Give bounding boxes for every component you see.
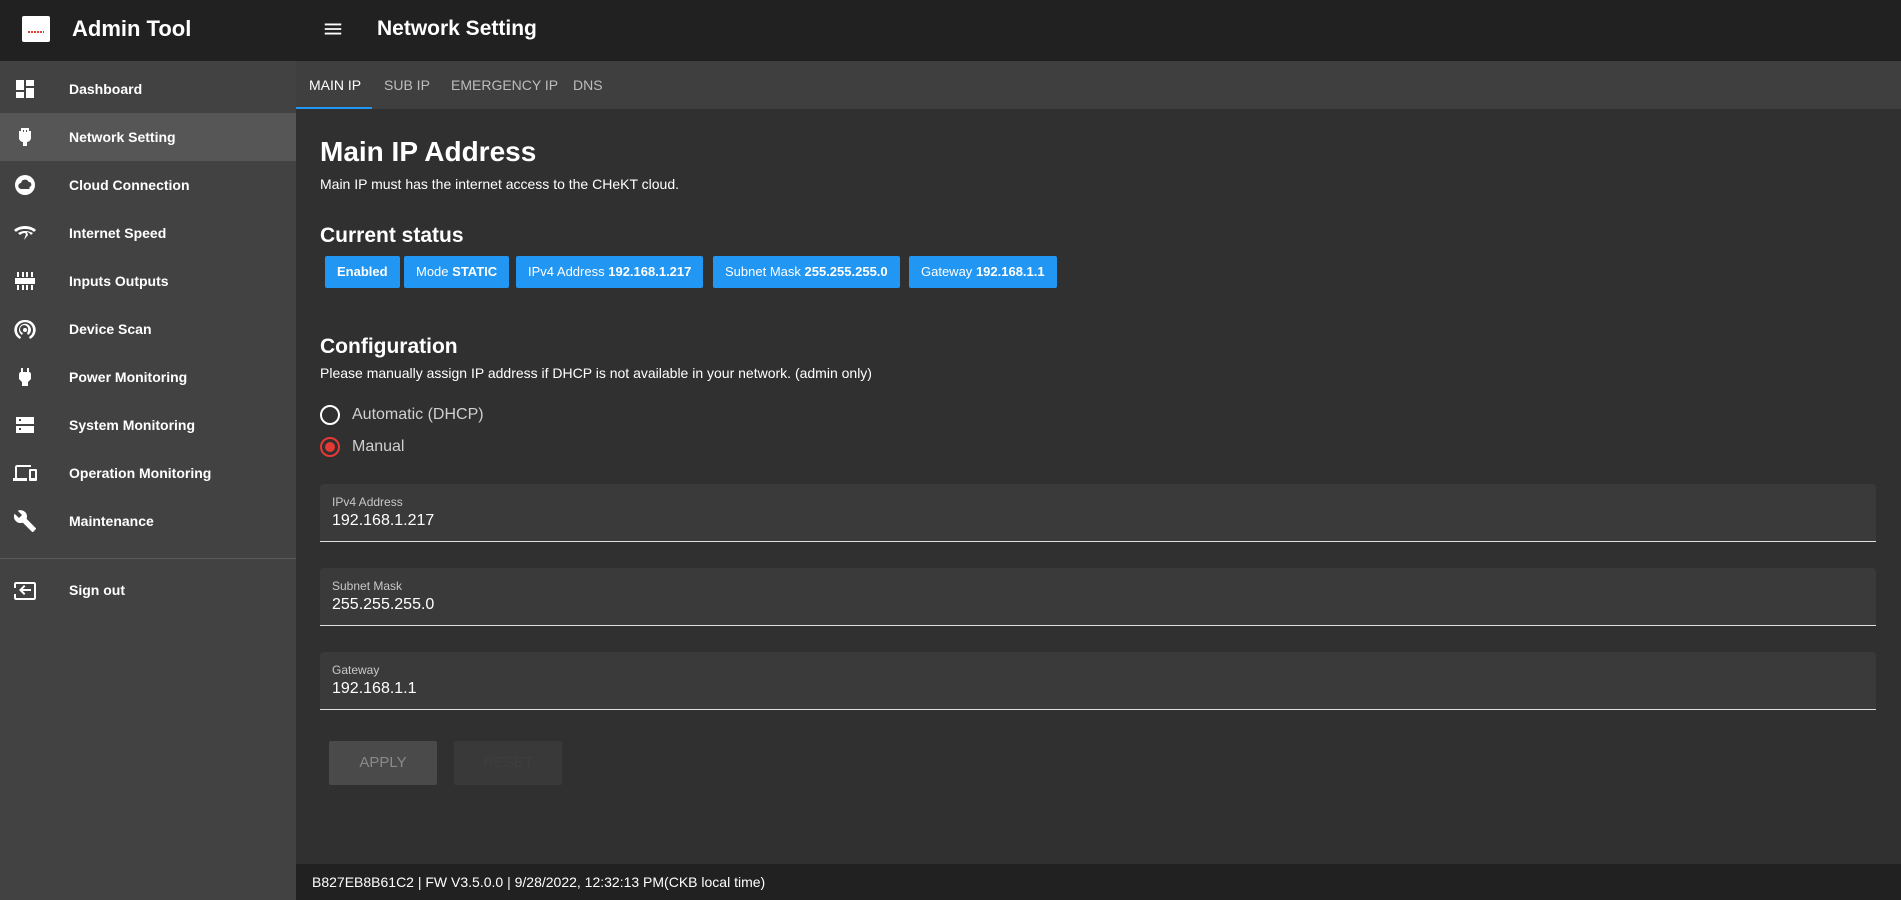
sidebar-divider	[0, 558, 296, 559]
configuration-heading: Configuration	[320, 335, 458, 358]
sign-out-icon	[12, 577, 38, 603]
apply-button[interactable]: APPLY	[329, 741, 437, 785]
status-heading: Current status	[320, 224, 464, 247]
sidebar-item-label: Device Scan	[69, 321, 152, 337]
top-app-bar: Admin Tool Network Setting	[0, 0, 1901, 61]
page-title: Network Setting	[377, 17, 537, 40]
sidebar-item-network-setting[interactable]: Network Setting	[0, 113, 296, 161]
subnet-mask-input[interactable]	[332, 596, 1862, 614]
section-title: Main IP Address	[320, 136, 537, 167]
status-badge-subnet: Subnet Mask 255.255.255.0	[713, 256, 900, 288]
ethernet-icon	[12, 124, 38, 150]
footer: B827EB8B61C2 | FW V3.5.0.0 | 9/28/2022, …	[296, 864, 1901, 900]
section-subtitle: Main IP must has the internet access to …	[320, 176, 679, 192]
main-content: Main IP Address Main IP must has the int…	[296, 109, 1901, 864]
sidebar-item-label: Maintenance	[69, 513, 154, 529]
tab-bar: MAIN IP SUB IP EMERGENCY IP DNS	[296, 61, 1901, 109]
gateway-input[interactable]	[332, 680, 1862, 698]
dashboard-icon	[12, 76, 38, 102]
sidebar-item-system-monitoring[interactable]: System Monitoring	[0, 401, 296, 449]
ipv4-address-field[interactable]: IPv4 Address	[320, 484, 1876, 542]
radio-automatic-dhcp[interactable]: Automatic (DHCP)	[320, 403, 484, 427]
gateway-field[interactable]: Gateway	[320, 652, 1876, 710]
sidebar-item-cloud-connection[interactable]: Cloud Connection	[0, 161, 296, 209]
app-title: Admin Tool	[72, 16, 192, 41]
sidebar-item-inputs-outputs[interactable]: Inputs Outputs	[0, 257, 296, 305]
devices-icon	[12, 460, 38, 486]
wrench-icon	[12, 508, 38, 534]
sidebar-item-operation-monitoring[interactable]: Operation Monitoring	[0, 449, 296, 497]
sidebar-item-label: Internet Speed	[69, 225, 167, 241]
sidebar-item-power-monitoring[interactable]: Power Monitoring	[0, 353, 296, 401]
configuration-description: Please manually assign IP address if DHC…	[320, 365, 872, 381]
sidebar-item-label: Power Monitoring	[69, 369, 188, 385]
cloud-icon	[12, 172, 38, 198]
hamburger-menu-icon[interactable]	[322, 18, 344, 40]
radio-label: Manual	[352, 438, 405, 455]
tab-sub-ip[interactable]: SUB IP	[384, 61, 430, 109]
firmware-status-text: B827EB8B61C2 | FW V3.5.0.0 | 9/28/2022, …	[312, 874, 766, 890]
sidebar-item-internet-speed[interactable]: Internet Speed	[0, 209, 296, 257]
status-badge-enabled: Enabled	[325, 256, 400, 288]
field-label: Subnet Mask	[332, 579, 403, 593]
reset-button[interactable]: RESET	[454, 741, 562, 785]
sidebar-item-maintenance[interactable]: Maintenance	[0, 497, 296, 545]
field-label: IPv4 Address	[332, 495, 403, 509]
tab-emergency-ip[interactable]: EMERGENCY IP	[451, 61, 558, 109]
radio-unchecked-icon	[320, 405, 340, 425]
sidebar-item-label: Sign out	[69, 582, 125, 598]
server-icon	[12, 412, 38, 438]
scan-icon	[12, 316, 38, 342]
tab-dns[interactable]: DNS	[573, 61, 603, 109]
sidebar: Dashboard Network Setting Cloud Connecti…	[0, 61, 296, 900]
status-badge-ipv4: IPv4 Address 192.168.1.217	[516, 256, 704, 288]
tab-main-ip[interactable]: MAIN IP	[309, 61, 361, 109]
status-badge-gateway: Gateway 192.168.1.1	[909, 256, 1057, 288]
ipv4-address-input[interactable]	[332, 512, 1862, 530]
app-logo-icon	[22, 16, 50, 42]
sidebar-item-device-scan[interactable]: Device Scan	[0, 305, 296, 353]
field-label: Gateway	[332, 663, 380, 677]
wifi-speed-icon	[12, 220, 38, 246]
sidebar-item-label: Operation Monitoring	[69, 465, 212, 481]
power-plug-icon	[12, 364, 38, 390]
subnet-mask-field[interactable]: Subnet Mask	[320, 568, 1876, 626]
sidebar-item-sign-out[interactable]: Sign out	[0, 566, 296, 614]
sidebar-item-label: Network Setting	[69, 129, 176, 145]
sidebar-item-label: Inputs Outputs	[69, 273, 169, 289]
sidebar-item-label: System Monitoring	[69, 417, 196, 433]
sidebar-item-dashboard[interactable]: Dashboard	[0, 65, 296, 113]
radio-checked-icon	[320, 437, 340, 457]
sidebar-item-label: Cloud Connection	[69, 177, 190, 193]
io-ports-icon	[12, 268, 38, 294]
status-badge-mode: Mode STATIC	[404, 256, 510, 288]
radio-manual[interactable]: Manual	[320, 435, 404, 459]
sidebar-item-label: Dashboard	[69, 81, 143, 97]
radio-label: Automatic (DHCP)	[352, 406, 484, 423]
